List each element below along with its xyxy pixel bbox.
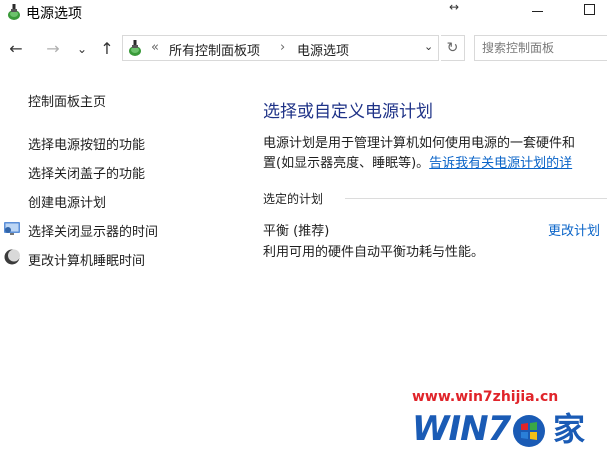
search-input[interactable] — [482, 37, 602, 59]
maximize-button[interactable] — [574, 0, 606, 22]
overflow-marker[interactable]: « — [151, 40, 159, 55]
sleep-moon-icon — [4, 249, 20, 265]
control-panel-home-link[interactable]: 控制面板主页 — [28, 91, 106, 110]
minimize-button[interactable] — [522, 0, 554, 22]
sleep-time-link[interactable]: 更改计算机睡眠时间 — [28, 250, 145, 269]
watermark-logo: WIN7 家 — [410, 407, 607, 455]
windows-logo-icon — [513, 415, 545, 447]
window-title: 电源选项 — [26, 6, 82, 22]
forward-button[interactable]: → — [43, 38, 63, 60]
back-button[interactable]: ← — [6, 38, 26, 60]
lid-close-function-link[interactable]: 选择关闭盖子的功能 — [28, 163, 145, 182]
resize-arrows-icon: ↔ — [449, 0, 460, 14]
section-divider — [345, 198, 607, 199]
watermark-logo-text: WIN7 — [412, 409, 511, 449]
breadcrumb-separator[interactable]: › — [280, 40, 285, 55]
breadcrumb-power-options[interactable]: 电源选项 — [297, 40, 349, 59]
up-button[interactable]: ↑ — [97, 38, 117, 60]
description-line-2: 置(如显示器亮度、睡眠等)。告诉我有关电源计划的详 — [263, 152, 607, 171]
title-bar: 电源选项 ↔ — [0, 0, 607, 26]
display-off-icon — [4, 222, 20, 235]
display-off-time-link[interactable]: 选择关闭显示器的时间 — [28, 221, 158, 240]
create-power-plan-link[interactable]: 创建电源计划 — [28, 192, 106, 211]
watermark-url: www.win7zhijia.cn — [412, 389, 559, 405]
plan-description: 利用可用的硬件自动平衡功耗与性能。 — [263, 245, 485, 260]
power-button-function-link[interactable]: 选择电源按钮的功能 — [28, 134, 145, 153]
plan-radio-balanced[interactable]: 平衡 (推荐) — [263, 220, 329, 239]
address-dropdown-icon[interactable]: ⌄ — [424, 40, 433, 53]
description-line-1: 电源计划是用于管理计算机如何使用电源的一套硬件和 — [263, 136, 576, 151]
power-options-icon — [8, 4, 20, 20]
selected-plan-label: 选定的计划 — [263, 192, 324, 206]
page-title: 选择或自定义电源计划 — [263, 102, 433, 122]
refresh-button[interactable]: ↻ — [441, 35, 465, 61]
control-panel-icon — [129, 40, 141, 56]
recent-locations-button[interactable]: ⌄ — [74, 38, 90, 60]
breadcrumb-all-items[interactable]: 所有控制面板项 — [169, 40, 260, 59]
change-plan-settings-link[interactable]: 更改计划 — [548, 220, 600, 239]
watermark-logo-char: 家 — [553, 410, 586, 448]
search-box[interactable] — [474, 35, 607, 61]
description-text: 置(如显示器亮度、睡眠等)。 — [263, 156, 430, 171]
power-plan-help-link[interactable]: 告诉我有关电源计划的详 — [429, 156, 572, 171]
